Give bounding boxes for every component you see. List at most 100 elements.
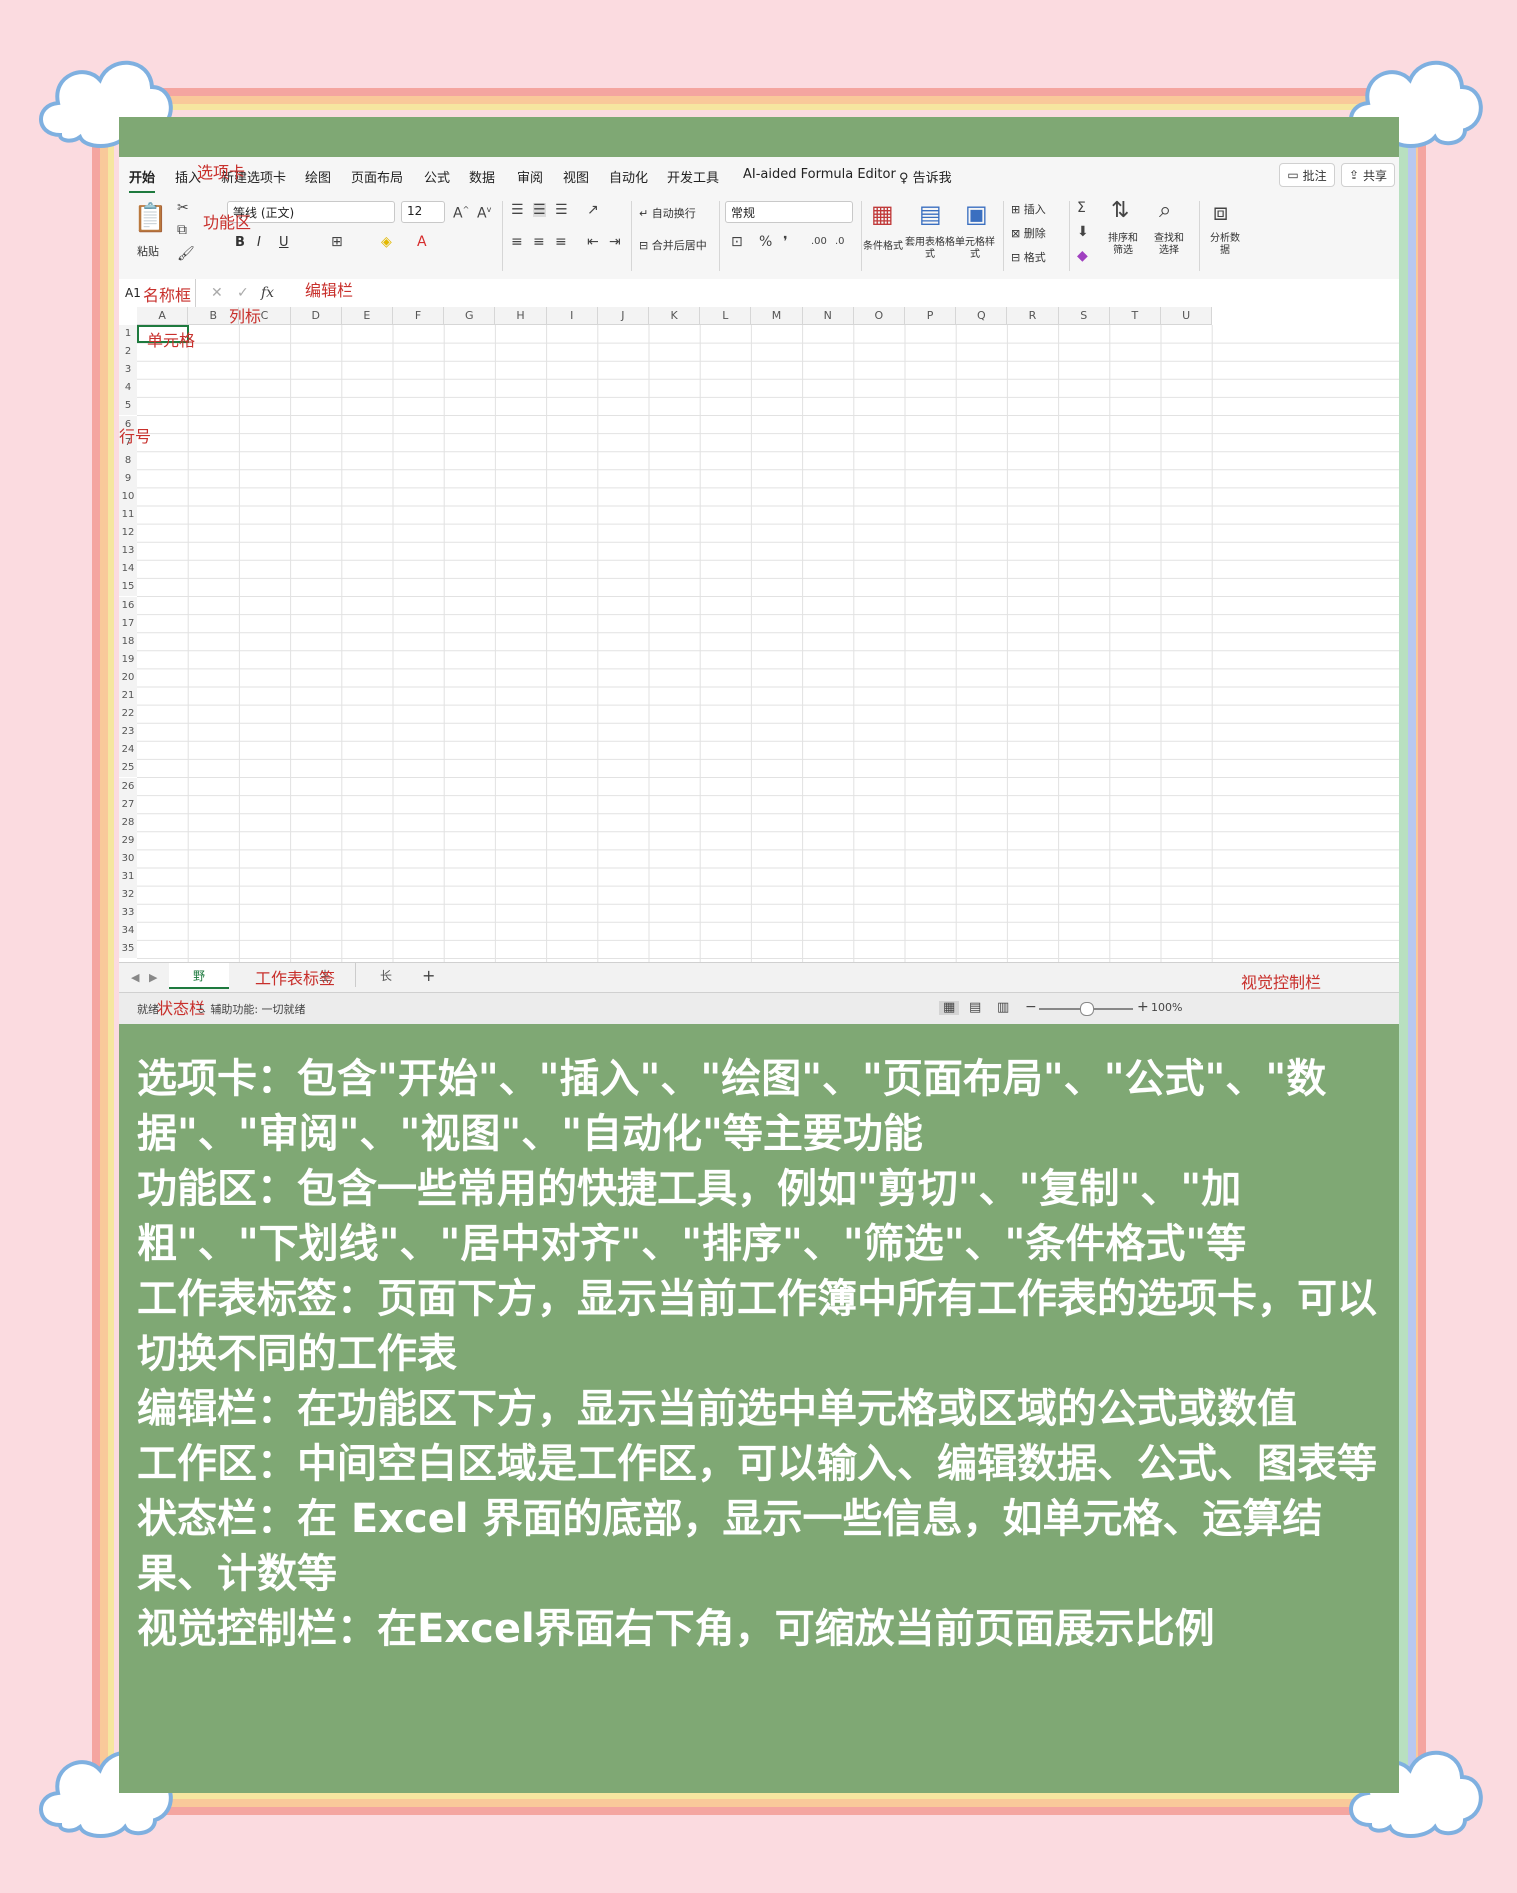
row-header-9[interactable]: 9 (119, 469, 137, 488)
zoom-out-icon[interactable]: − (1025, 1000, 1037, 1014)
row-header-27[interactable]: 27 (119, 795, 137, 814)
cell-style-label[interactable]: 单元格样式 (955, 237, 995, 261)
align-left-icon[interactable]: ≡ (511, 235, 523, 249)
row-header-18[interactable]: 18 (119, 632, 137, 651)
italic-button[interactable]: I (257, 235, 261, 250)
column-header-H[interactable]: H (495, 307, 547, 325)
table-format-label[interactable]: 套用表格格式 (905, 237, 955, 261)
row-header-26[interactable]: 26 (119, 777, 137, 796)
row-header-32[interactable]: 32 (119, 886, 137, 905)
formula-input[interactable] (289, 283, 1389, 303)
sheet-tab-1[interactable]: 野 (169, 963, 229, 989)
zoom-in-icon[interactable]: + (1137, 1000, 1149, 1014)
underline-button[interactable]: U (279, 235, 289, 250)
tab-automate[interactable]: 自动化 (609, 167, 648, 186)
column-header-A[interactable]: A (137, 307, 189, 325)
column-header-I[interactable]: I (546, 307, 598, 325)
conditional-format-icon[interactable]: ▦ (871, 201, 894, 227)
row-header-33[interactable]: 33 (119, 904, 137, 923)
column-header-S[interactable]: S (1058, 307, 1110, 325)
row-header-24[interactable]: 24 (119, 741, 137, 760)
borders-icon[interactable]: ⊞ (331, 235, 343, 249)
tab-view[interactable]: 视图 (563, 167, 589, 186)
align-middle-icon[interactable]: ☰ (533, 203, 546, 217)
cut-icon[interactable]: ✂ (177, 201, 189, 215)
column-header-U[interactable]: U (1161, 307, 1213, 325)
decrease-indent-icon[interactable]: ⇤ (587, 235, 599, 249)
row-header-21[interactable]: 21 (119, 687, 137, 706)
row-header-23[interactable]: 23 (119, 723, 137, 742)
sort-filter-icon[interactable]: ⇅ (1111, 199, 1129, 223)
next-sheet-icon[interactable]: ▶ (149, 971, 157, 985)
format-painter-icon[interactable]: 🖌 (177, 247, 195, 261)
column-header-K[interactable]: K (649, 307, 701, 325)
fill-color-icon[interactable]: ◈ (381, 235, 392, 249)
page-break-view-icon[interactable]: ▥ (997, 1001, 1009, 1015)
column-header-L[interactable]: L (700, 307, 752, 325)
tab-tell-me[interactable]: ♀ 告诉我 (899, 167, 952, 186)
align-top-icon[interactable]: ☰ (511, 203, 524, 217)
worksheet-grid[interactable]: ABCDEFGHIJKLMNOPQRSTU 1 2 3 4 5 6 7 8 9 10 11 12 13 1… (119, 307, 1399, 962)
row-header-29[interactable]: 29 (119, 831, 137, 850)
cell-style-icon[interactable]: ▣ (965, 201, 988, 227)
row-header-10[interactable]: 10 (119, 487, 137, 506)
row-header-13[interactable]: 13 (119, 542, 137, 561)
increase-indent-icon[interactable]: ⇥ (609, 235, 621, 249)
analyze-data-icon[interactable]: ⧈ (1213, 199, 1228, 225)
align-bottom-icon[interactable]: ☰ (555, 203, 568, 217)
font-color-icon[interactable]: A (417, 235, 427, 249)
number-format-select[interactable]: 常规 (725, 201, 853, 223)
column-header-J[interactable]: J (597, 307, 649, 325)
column-header-T[interactable]: T (1109, 307, 1161, 325)
wrap-text-button[interactable]: ↵ 自动换行 (639, 205, 696, 221)
name-box[interactable]: A1 (125, 286, 141, 300)
accounting-icon[interactable]: ⊡ (731, 235, 743, 249)
bold-button[interactable]: B (235, 235, 245, 250)
row-header-1[interactable]: 1 (119, 325, 137, 344)
orientation-icon[interactable]: ↗ (587, 203, 599, 217)
tab-ai-formula[interactable]: AI-aided Formula Editor (743, 167, 896, 182)
merge-center-button[interactable]: ⊟ 合并后居中 (639, 237, 707, 253)
tab-data[interactable]: 数据 (469, 167, 495, 186)
row-header-15[interactable]: 15 (119, 578, 137, 597)
page-layout-view-icon[interactable]: ▤ (969, 1001, 981, 1015)
font-grow-icon[interactable]: A^ (453, 203, 469, 221)
table-format-icon[interactable]: ▤ (919, 201, 942, 227)
row-header-5[interactable]: 5 (119, 397, 137, 416)
row-header-34[interactable]: 34 (119, 922, 137, 941)
tab-draw[interactable]: 绘图 (305, 167, 331, 186)
row-header-2[interactable]: 2 (119, 343, 137, 362)
column-header-G[interactable]: G (444, 307, 496, 325)
zoom-level[interactable]: 100% (1151, 1001, 1182, 1014)
conditional-format-label[interactable]: 条件格式 (863, 237, 903, 252)
insert-cells-button[interactable]: ⊞ 插入 (1011, 201, 1046, 217)
tab-formulas[interactable]: 公式 (424, 167, 450, 186)
row-header-4[interactable]: 4 (119, 379, 137, 398)
align-right-icon[interactable]: ≡ (555, 235, 567, 249)
row-header-16[interactable]: 16 (119, 596, 137, 615)
column-header-N[interactable]: N (802, 307, 854, 325)
row-header-11[interactable]: 11 (119, 506, 137, 525)
fill-icon[interactable]: ⬇ (1077, 225, 1089, 239)
add-sheet-button[interactable]: + (422, 968, 435, 984)
comma-icon[interactable]: ❜ (783, 235, 788, 249)
clear-icon[interactable]: ◆ (1077, 249, 1088, 263)
decrease-decimal-icon[interactable]: .0 (835, 235, 845, 249)
tab-developer[interactable]: 开发工具 (667, 167, 719, 186)
analyze-data-label[interactable]: 分析数据 (1207, 233, 1243, 257)
prev-sheet-icon[interactable]: ◀ (131, 971, 139, 985)
font-shrink-icon[interactable]: Av (477, 203, 491, 221)
find-select-label[interactable]: 查找和选择 (1151, 233, 1187, 257)
normal-view-icon[interactable]: ▦ (939, 1001, 960, 1015)
row-header-19[interactable]: 19 (119, 650, 137, 669)
sort-filter-label[interactable]: 排序和筛选 (1105, 233, 1141, 257)
cancel-icon[interactable]: ✕ (211, 286, 223, 300)
font-name-select[interactable]: 等线 (正文) (227, 201, 395, 223)
row-header-28[interactable]: 28 (119, 813, 137, 832)
row-header-25[interactable]: 25 (119, 759, 137, 778)
column-header-D[interactable]: D (290, 307, 342, 325)
row-header-3[interactable]: 3 (119, 361, 137, 380)
row-header-12[interactable]: 12 (119, 524, 137, 543)
row-header-14[interactable]: 14 (119, 560, 137, 579)
delete-cells-button[interactable]: ⊠ 删除 (1011, 225, 1046, 241)
